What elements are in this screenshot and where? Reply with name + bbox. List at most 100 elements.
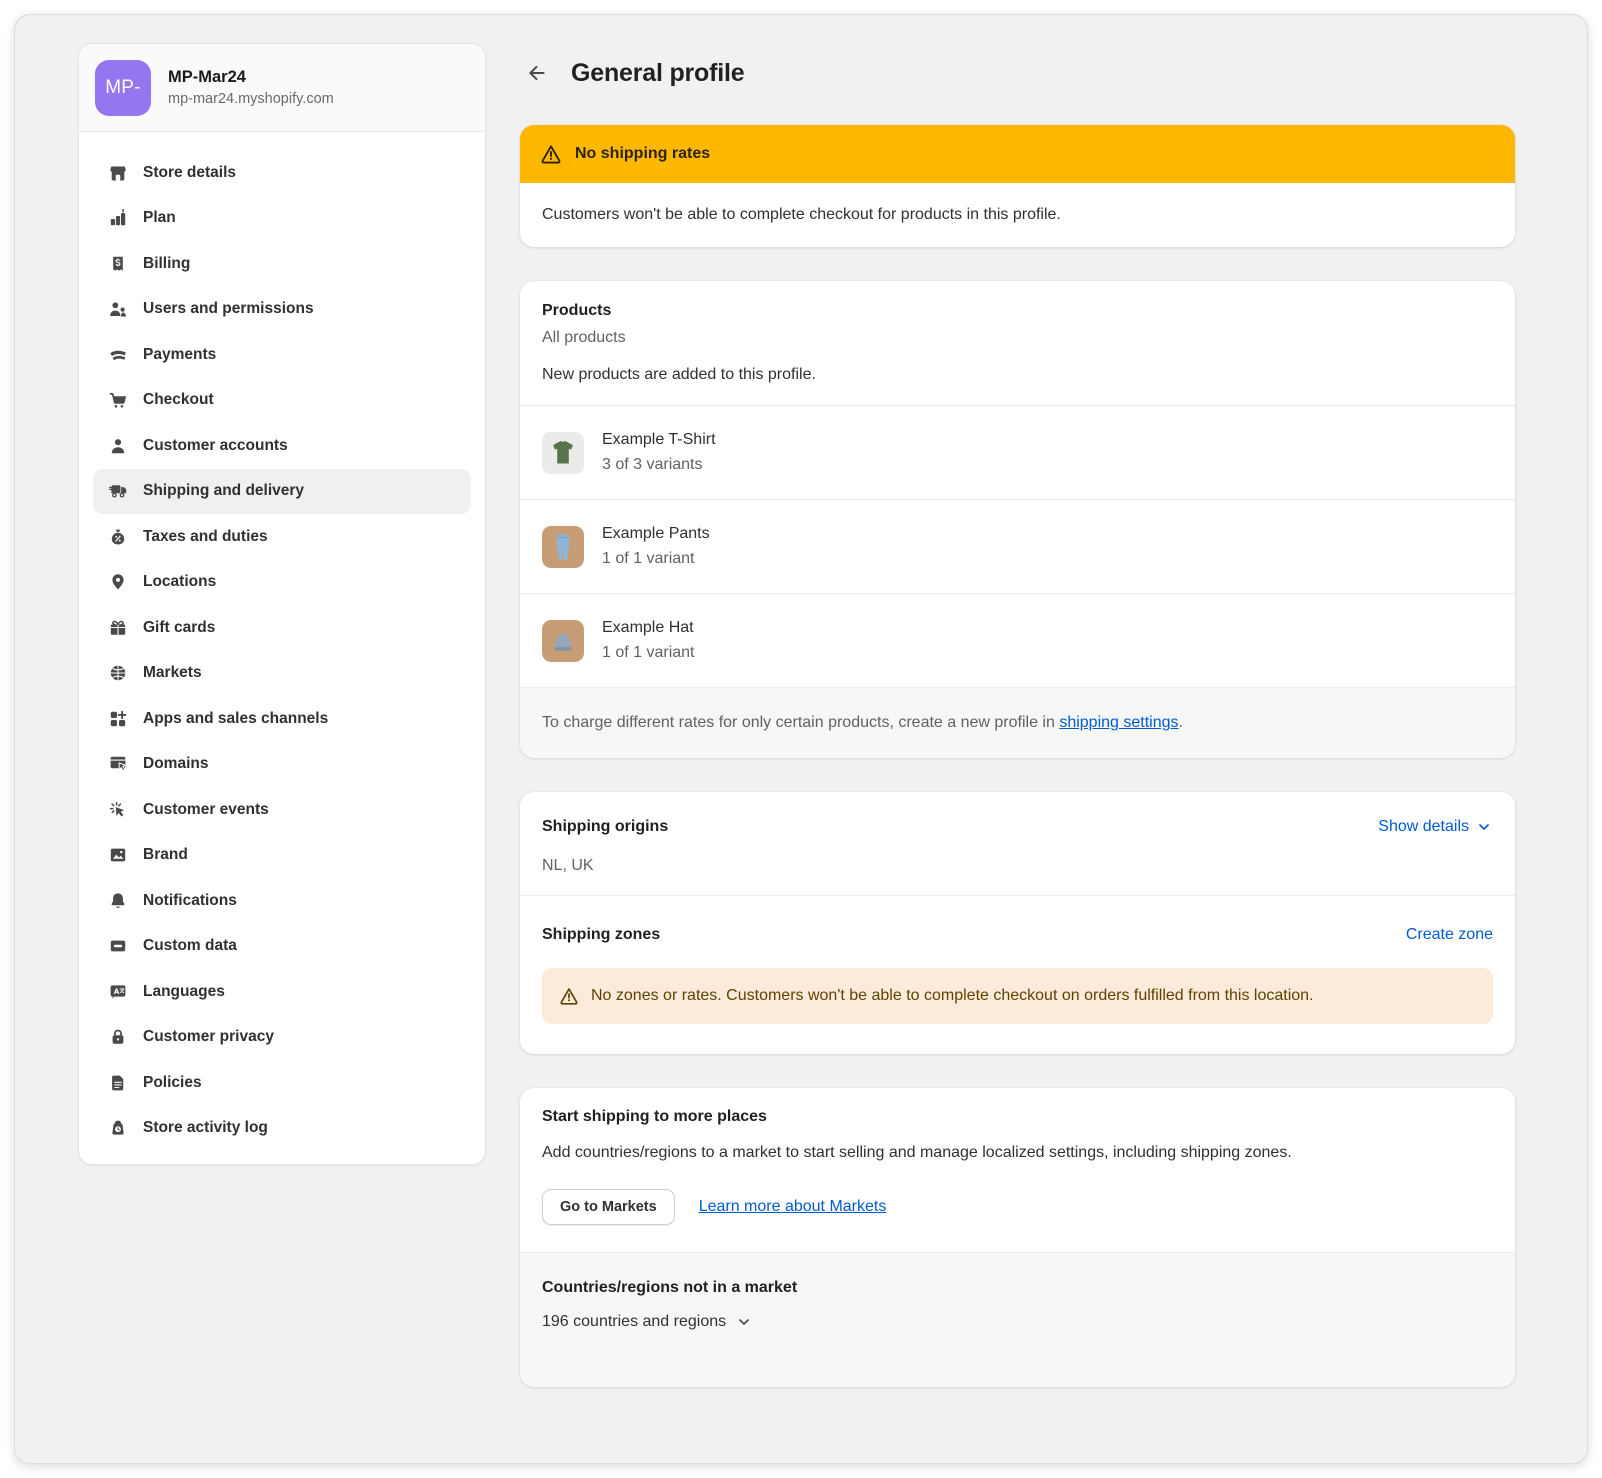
sidebar-item-label: Checkout	[143, 391, 214, 409]
apps-grid-icon	[108, 709, 128, 729]
product-name: Example T-Shirt	[602, 431, 716, 449]
sidebar-item-customer-accounts[interactable]: Customer accounts	[93, 423, 471, 469]
product-row: Example Pants 1 of 1 variant	[520, 499, 1515, 593]
no-shipping-rates-banner: No shipping rates Customers won't be abl…	[520, 125, 1515, 247]
pants-image	[542, 526, 584, 568]
product-name: Example Hat	[602, 619, 695, 637]
back-button[interactable]	[520, 56, 554, 90]
countries-disclosure[interactable]: 196 countries and regions	[542, 1313, 753, 1331]
shipping-zones-section: Shipping zones Create zone No zones or r…	[520, 895, 1515, 1054]
sidebar-item-shipping-and-delivery[interactable]: Shipping and delivery	[93, 469, 471, 515]
products-title: Products	[542, 302, 1493, 320]
sidebar-item-store-activity-log[interactable]: Store activity log	[93, 1106, 471, 1152]
sidebar-item-locations[interactable]: Locations	[93, 560, 471, 606]
markets-title: Start shipping to more places	[542, 1108, 1493, 1126]
cursor-click-icon	[108, 800, 128, 820]
lock-icon	[108, 1027, 128, 1047]
sidebar-item-plan[interactable]: Plan	[93, 196, 471, 242]
show-details-link[interactable]: Show details	[1378, 818, 1493, 836]
sidebar-item-taxes-and-duties[interactable]: Taxes and duties	[93, 514, 471, 560]
plan-icon	[108, 208, 128, 228]
sidebar-item-label: Policies	[143, 1074, 202, 1092]
sidebar-item-store-details[interactable]: Store details	[93, 150, 471, 196]
image-icon	[108, 845, 128, 865]
shipping-origins-header: Shipping origins Show details	[542, 818, 1493, 836]
products-scope: All products	[542, 329, 1493, 347]
sidebar-item-label: Brand	[143, 846, 188, 864]
sidebar-item-checkout[interactable]: Checkout	[93, 378, 471, 424]
products-card-header: Products All products New products are a…	[520, 281, 1515, 405]
create-zone-link[interactable]: Create zone	[1406, 926, 1493, 944]
countries-count: 196 countries and regions	[542, 1313, 726, 1331]
users-icon	[108, 299, 128, 319]
sidebar-item-label: Customer accounts	[143, 437, 288, 455]
page-title: General profile	[571, 59, 744, 88]
sidebar-item-brand[interactable]: Brand	[93, 833, 471, 879]
sidebar-item-label: Billing	[143, 255, 190, 273]
sidebar-item-label: Users and permissions	[143, 300, 314, 318]
sidebar-item-label: Domains	[143, 755, 208, 773]
tax-icon	[108, 527, 128, 547]
sidebar-item-label: Notifications	[143, 892, 237, 910]
sidebar-item-domains[interactable]: Domains	[93, 742, 471, 788]
countries-not-in-market-title: Countries/regions not in a market	[542, 1279, 1493, 1297]
sidebar-item-label: Customer privacy	[143, 1028, 274, 1046]
product-info: Example Pants 1 of 1 variant	[602, 525, 710, 568]
product-row: Example Hat 1 of 1 variant	[520, 593, 1515, 687]
sidebar-item-label: Store activity log	[143, 1119, 268, 1137]
sidebar-nav: Store details Plan Billing Users and per…	[79, 132, 485, 1165]
tshirt-image	[542, 432, 584, 474]
show-details-label: Show details	[1378, 818, 1469, 836]
store-domain: mp-mar24.myshopify.com	[168, 91, 334, 107]
domains-icon	[108, 754, 128, 774]
sidebar-item-gift-cards[interactable]: Gift cards	[93, 605, 471, 651]
sidebar-item-payments[interactable]: Payments	[93, 332, 471, 378]
footer-text-end: .	[1179, 714, 1183, 731]
warning-icon	[540, 143, 562, 165]
settings-sidebar: MP- MP-Mar24 mp-mar24.myshopify.com Stor…	[78, 43, 486, 1165]
sidebar-item-markets[interactable]: Markets	[93, 651, 471, 697]
markets-card-footer: Countries/regions not in a market 196 co…	[520, 1252, 1515, 1387]
sidebar-item-notifications[interactable]: Notifications	[93, 878, 471, 924]
sidebar-item-customer-privacy[interactable]: Customer privacy	[93, 1015, 471, 1061]
products-card: Products All products New products are a…	[520, 281, 1515, 758]
sidebar-item-custom-data[interactable]: Custom data	[93, 924, 471, 970]
warning-icon	[559, 986, 579, 1006]
document-icon	[108, 1073, 128, 1093]
shipping-card: Shipping origins Show details NL, UK Shi…	[520, 792, 1515, 1054]
banner-header: No shipping rates	[520, 125, 1515, 183]
sidebar-item-users-and-permissions[interactable]: Users and permissions	[93, 287, 471, 333]
sidebar-item-label: Locations	[143, 573, 216, 591]
sidebar-item-label: Custom data	[143, 937, 237, 955]
sidebar-item-languages[interactable]: Languages	[93, 969, 471, 1015]
translate-icon	[108, 982, 128, 1002]
sidebar-item-customer-events[interactable]: Customer events	[93, 787, 471, 833]
banner-body: Customers won't be able to complete chec…	[520, 183, 1515, 247]
chevron-down-icon	[735, 1313, 753, 1331]
payments-icon	[108, 345, 128, 365]
footer-text: To charge different rates for only certa…	[542, 714, 1059, 731]
shipping-settings-link[interactable]: shipping settings	[1059, 714, 1178, 731]
store-icon	[108, 163, 128, 183]
sidebar-item-label: Shipping and delivery	[143, 482, 304, 500]
product-variants: 1 of 1 variant	[602, 644, 695, 662]
sidebar-item-label: Markets	[143, 664, 202, 682]
markets-actions: Go to Markets Learn more about Markets	[542, 1189, 1493, 1225]
sidebar-item-billing[interactable]: Billing	[93, 241, 471, 287]
page-header: General profile	[520, 43, 1515, 91]
product-variants: 3 of 3 variants	[602, 456, 716, 474]
billing-icon	[108, 254, 128, 274]
shipping-origins-value: NL, UK	[542, 857, 1493, 875]
shipping-zones-title: Shipping zones	[542, 926, 660, 944]
markets-card: Start shipping to more places Add countr…	[520, 1088, 1515, 1387]
activity-clock-icon	[108, 1118, 128, 1138]
sidebar-item-apps-and-sales-channels[interactable]: Apps and sales channels	[93, 696, 471, 742]
location-pin-icon	[108, 572, 128, 592]
gift-card-icon	[108, 618, 128, 638]
shipping-zones-header: Shipping zones Create zone	[542, 926, 1493, 944]
person-icon	[108, 436, 128, 456]
sidebar-item-policies[interactable]: Policies	[93, 1060, 471, 1106]
learn-more-markets-link[interactable]: Learn more about Markets	[699, 1198, 887, 1216]
go-to-markets-button[interactable]: Go to Markets	[542, 1189, 675, 1225]
markets-description: Add countries/regions to a market to sta…	[542, 1144, 1493, 1162]
